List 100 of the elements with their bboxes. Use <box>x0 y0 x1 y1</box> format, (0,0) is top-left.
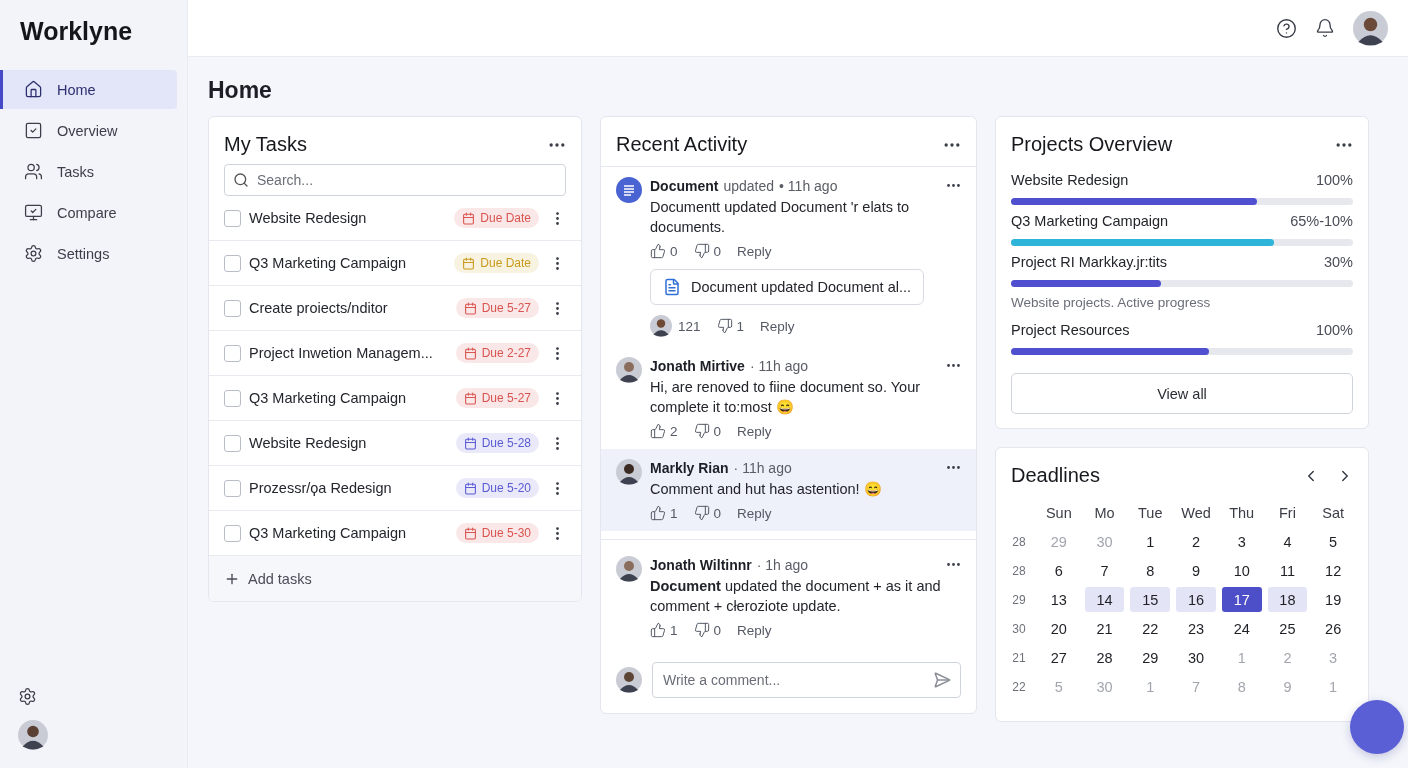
task-checkbox[interactable] <box>224 479 241 497</box>
calendar-day[interactable]: 19 <box>1313 587 1353 612</box>
author-name: Jonath Mirtive <box>650 357 745 374</box>
due-badge: Due Date <box>454 253 539 273</box>
author-name: Markly Rian <box>650 459 729 476</box>
calendar-icon <box>463 481 477 495</box>
calendar-day[interactable]: 14 <box>1084 587 1125 612</box>
card-title: Deadlines <box>1011 464 1100 487</box>
calendar-day[interactable]: 18 <box>1267 587 1308 612</box>
like-count: 121 <box>678 318 701 334</box>
nav-item[interactable]: Settings <box>0 234 177 273</box>
comment-field[interactable]: Write a comment... <box>652 662 961 698</box>
task-checkbox[interactable] <box>224 434 241 452</box>
reply-link[interactable]: Reply <box>760 318 795 334</box>
calendar-day[interactable]: 6 <box>1039 558 1079 583</box>
task-name: Prozessr/ϙa Redesign <box>249 480 393 496</box>
nav-item[interactable]: Tasks <box>0 152 177 191</box>
users-icon <box>24 162 43 181</box>
search-field[interactable]: Search... <box>224 164 566 196</box>
calendar-day[interactable]: 15 <box>1130 587 1171 612</box>
floating-action-button[interactable] <box>1350 700 1404 754</box>
add-task-button[interactable]: Add tasks <box>209 556 581 601</box>
notification-icon[interactable] <box>1315 18 1335 38</box>
project-name: Q3 Marketing Campaign <box>1011 213 1169 229</box>
week-number: 29 <box>1011 592 1027 607</box>
card-title: Projects Overview <box>1011 133 1173 156</box>
reply-link[interactable]: Reply <box>737 243 772 259</box>
task-name: Create proiects/nditor <box>249 300 389 316</box>
reply-link[interactable]: Reply <box>737 505 772 521</box>
calendar-icon <box>462 256 476 270</box>
nav-item[interactable]: Overview <box>0 111 177 150</box>
reply-link[interactable]: Reply <box>737 423 772 439</box>
brand-logo: Worklyne <box>19 16 134 47</box>
file-icon <box>663 278 681 296</box>
calendar-day[interactable]: 2 <box>1176 529 1216 554</box>
week-number: 28 <box>1011 534 1027 549</box>
calendar-day[interactable]: 7 <box>1084 558 1125 583</box>
note-text: Website projects. Active progress <box>1011 295 1212 310</box>
calendar-day[interactable]: 12 <box>1313 558 1353 583</box>
progress-value: 100% <box>1315 172 1353 188</box>
task-checkbox[interactable] <box>224 209 241 227</box>
calendar-day[interactable]: 25 <box>1267 616 1308 641</box>
calendar-day[interactable]: 26 <box>1313 616 1353 641</box>
calendar-day[interactable]: 1 <box>1130 529 1171 554</box>
calendar-day[interactable]: 3 <box>1221 529 1262 554</box>
timestamp: · 11h ago <box>733 459 792 476</box>
calendar-day[interactable]: 4 <box>1267 529 1308 554</box>
page-title: Home <box>208 77 273 104</box>
task-checkbox[interactable] <box>224 524 241 542</box>
view-all-button[interactable]: View all <box>1011 373 1353 414</box>
calendar-day[interactable]: 27 <box>1039 645 1079 670</box>
due-badge: Due 5-27 <box>455 298 539 318</box>
task-checkbox[interactable] <box>224 389 241 407</box>
weekday-label: Tue <box>1137 504 1164 523</box>
calendar-day[interactable]: 16 <box>1176 587 1216 612</box>
calendar-day[interactable]: 23 <box>1176 616 1216 641</box>
calendar-day[interactable]: 29 <box>1130 645 1171 670</box>
task-name: Q3 Marketing Campaign <box>249 525 408 541</box>
document-icon <box>616 177 642 203</box>
weekday-label: Mo <box>1093 504 1116 523</box>
timestamp: • 11h ago <box>779 177 838 194</box>
week-number: 21 <box>1011 650 1027 665</box>
due-badge: Due 5-20 <box>455 478 539 498</box>
progress-value: 30% <box>1323 254 1353 270</box>
calendar-day[interactable]: 28 <box>1084 645 1125 670</box>
week-number: 28 <box>1011 563 1027 578</box>
calendar-day[interactable]: 24 <box>1221 616 1262 641</box>
calendar-icon <box>463 301 477 315</box>
attachment-chip[interactable]: Document updated Document al... <box>650 269 925 305</box>
nav-item[interactable]: Compare <box>0 193 177 232</box>
task-name: Website Redesign <box>249 435 368 451</box>
task-name: Website Redesign <box>249 210 368 226</box>
project-name: Project Resources <box>1011 322 1130 338</box>
calendar-day[interactable]: 20 <box>1039 616 1079 641</box>
help-icon[interactable] <box>1276 17 1297 39</box>
avatar <box>616 459 642 485</box>
task-name: Q3 Marketing Campaign <box>249 255 408 271</box>
due-badge: Due 5-28 <box>455 433 539 453</box>
calendar-day[interactable]: 9 <box>1176 558 1216 583</box>
reply-link[interactable]: Reply <box>737 622 772 638</box>
calendar-day[interactable]: 17 <box>1221 587 1262 612</box>
calendar-day[interactable]: 8 <box>1130 558 1171 583</box>
due-badge: Due 5-30 <box>455 523 539 543</box>
nav-item[interactable]: Home <box>0 70 177 109</box>
weekday-label: Fri <box>1277 504 1297 523</box>
calendar-day[interactable]: 10 <box>1221 558 1262 583</box>
search-icon <box>233 172 249 188</box>
calendar-day[interactable]: 30 <box>1176 645 1216 670</box>
calendar-day[interactable]: 5 <box>1313 529 1353 554</box>
calendar-day[interactable]: 21 <box>1084 616 1125 641</box>
calendar-day[interactable]: 22 <box>1130 616 1171 641</box>
settings-icon <box>24 244 43 263</box>
task-checkbox[interactable] <box>224 254 241 272</box>
task-checkbox[interactable] <box>224 344 241 362</box>
avatar <box>616 556 642 582</box>
due-badge: Due 2-27 <box>455 343 539 363</box>
task-checkbox[interactable] <box>224 299 241 317</box>
calendar-day[interactable]: 11 <box>1267 558 1308 583</box>
avatar <box>650 315 672 337</box>
calendar-day[interactable]: 13 <box>1039 587 1079 612</box>
